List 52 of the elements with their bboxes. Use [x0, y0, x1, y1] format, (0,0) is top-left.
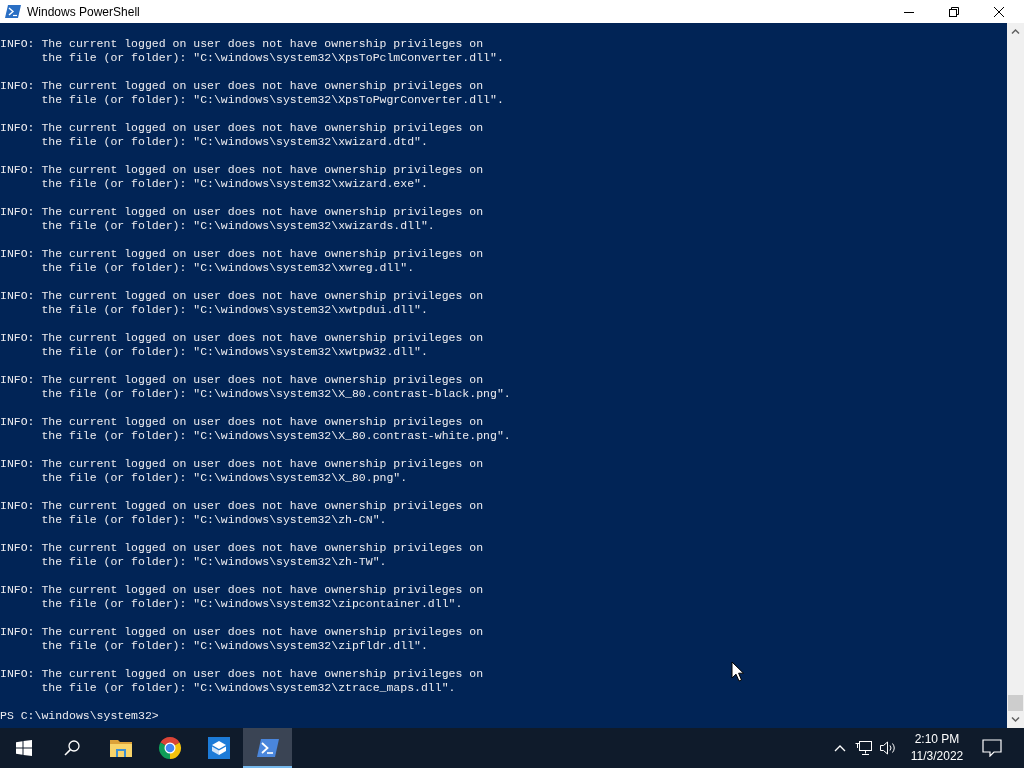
console-line: INFO: The current logged on user does not have ownership privileges on — [0, 667, 484, 681]
console-line: the file (or folder): "C:\windows\system32\zipcontainer.dll". — [41, 597, 463, 611]
console-line: INFO: The current logged on user does not have ownership privileges on — [0, 247, 484, 261]
window-title: Windows PowerShell — [27, 4, 140, 19]
console-line: the file (or folder): "C:\windows\system32\ztrace_maps.dll". — [41, 681, 456, 695]
browser-icon — [157, 736, 182, 760]
search-icon — [64, 740, 80, 756]
console-line: the file (or folder): "C:\windows\system32\zh-TW". — [41, 555, 387, 569]
console-line: INFO: The current logged on user does not have ownership privileges on — [0, 289, 484, 303]
speaker-icon[interactable] — [879, 740, 897, 756]
network-icon[interactable] — [855, 740, 873, 756]
scrollbar[interactable] — [1007, 23, 1024, 728]
box-icon — [206, 736, 231, 760]
console-line: INFO: The current logged on user does not have ownership privileges on — [0, 625, 484, 639]
console-line: the file (or folder): "C:\windows\system32\X_80.contrast-white.png". — [41, 429, 511, 443]
console-line: the file (or folder): "C:\windows\system32\X_80.contrast-black.png". — [41, 387, 511, 401]
console-line: the file (or folder): "C:\windows\system32\xwizard.exe". — [41, 177, 428, 191]
close-icon — [993, 6, 1004, 17]
console-line: INFO: The current logged on user does not have ownership privileges on — [0, 37, 484, 51]
console-line: INFO: The current logged on user does not have ownership privileges on — [0, 121, 484, 135]
console-line: the file (or folder): "C:\windows\system32\xwtpdui.dll". — [41, 303, 428, 317]
folder-icon — [109, 738, 132, 758]
console-line: INFO: The current logged on user does not have ownership privileges on — [0, 457, 484, 471]
console-line: INFO: The current logged on user does not have ownership privileges on — [0, 331, 484, 345]
terminal-icon — [256, 738, 279, 758]
console-line: INFO: The current logged on user does not have ownership privileges on — [0, 583, 484, 597]
console-line: the file (or folder): "C:\windows\system32\xwizard.dtd". — [41, 135, 428, 149]
console-line: INFO: The current logged on user does not have ownership privileges on — [0, 373, 484, 387]
console-line: the file (or folder): "C:\windows\system32\xwreg.dll". — [41, 261, 415, 275]
mouse-pointer-icon — [731, 661, 744, 682]
console-line: the file (or folder): "C:\windows\system32\zipfldr.dll". — [41, 639, 428, 653]
console-line: INFO: The current logged on user does not have ownership privileges on — [0, 163, 484, 177]
clock-date[interactable]: 11/3/2022 — [910, 748, 964, 765]
console-line: INFO: The current logged on user does not have ownership privileges on — [0, 541, 484, 555]
prompt-text: PS C:\windows\system32> — [0, 709, 159, 723]
console-line: INFO: The current logged on user does not have ownership privileges on — [0, 79, 484, 93]
chevron-up-icon[interactable] — [834, 744, 846, 752]
console-line: INFO: The current logged on user does not have ownership privileges on — [0, 205, 484, 219]
scrollbar-thumb[interactable] — [1008, 695, 1023, 711]
terminal-icon — [5, 5, 21, 18]
console-line: INFO: The current logged on user does not have ownership privileges on — [0, 499, 484, 513]
console-line: INFO: The current logged on user does not have ownership privileges on — [0, 415, 484, 429]
console-line: the file (or folder): "C:\windows\system32\xwizards.dll". — [41, 219, 435, 233]
notification-icon[interactable] — [982, 739, 1002, 757]
clock-time[interactable]: 2:10 PM — [914, 731, 960, 748]
console-line: the file (or folder): "C:\windows\system32\xwtpw32.dll". — [41, 345, 428, 359]
restore-icon — [948, 6, 959, 17]
console-line: the file (or folder): "C:\windows\system32\XpsToPclmConverter.dll". — [41, 51, 504, 65]
console-line: the file (or folder): "C:\windows\system32\XpsToPwgrConverter.dll". — [41, 93, 504, 107]
windows-logo-icon — [16, 740, 32, 756]
console-line: the file (or folder): "C:\windows\system32\zh-CN". — [41, 513, 387, 527]
console-line: the file (or folder): "C:\windows\system32\X_80.png". — [41, 471, 408, 485]
